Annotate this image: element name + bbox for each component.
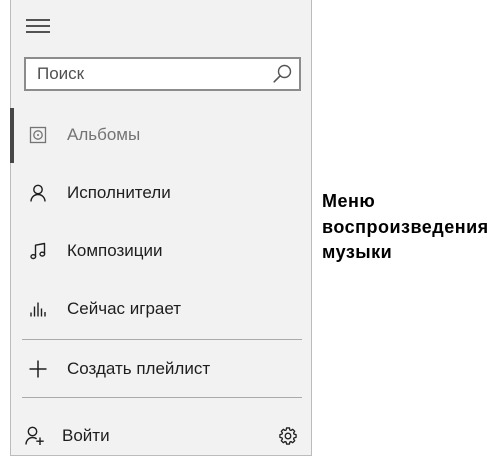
nav-item-now-playing[interactable]: Сейчас играет	[11, 280, 311, 338]
gear-icon	[279, 427, 297, 445]
nav-item-label: Исполнители	[67, 183, 171, 202]
search-icon	[273, 64, 292, 83]
add-user-icon	[25, 426, 44, 445]
nav-item-songs[interactable]: Композиции	[11, 222, 311, 280]
selected-indicator	[10, 108, 14, 163]
music-note-icon	[30, 242, 46, 260]
album-icon	[29, 126, 47, 144]
search-button[interactable]	[271, 63, 293, 85]
divider	[22, 397, 302, 398]
nav-item-label: Сейчас играет	[67, 299, 182, 318]
create-playlist-label: Создать плейлист	[67, 358, 211, 378]
artist-icon	[30, 184, 46, 202]
caption-line: музыки	[322, 242, 393, 262]
now-playing-icon	[30, 302, 46, 317]
sign-in-button[interactable]: Войти	[11, 417, 231, 455]
plus-icon	[29, 360, 47, 377]
nav-item-albums[interactable]: Альбомы	[10, 106, 311, 164]
sign-in-label: Войти	[62, 426, 110, 445]
settings-button[interactable]	[277, 425, 299, 447]
nav-item-label: Альбомы	[67, 125, 141, 144]
search-box	[24, 57, 301, 91]
music-nav-sidebar: Альбомы Исполнители Композиции	[10, 0, 312, 456]
caption-line: Меню	[322, 191, 376, 211]
hamburger-menu-button[interactable]	[15, 6, 59, 46]
search-input[interactable]	[26, 59, 266, 89]
hamburger-icon	[26, 19, 50, 33]
nav-item-label: Композиции	[67, 241, 163, 260]
figure-caption: Меню воспроизведения музыки	[322, 189, 489, 266]
create-playlist-button[interactable]: Создать плейлист	[11, 340, 311, 397]
caption-line: воспроизведения	[322, 216, 489, 237]
nav-item-artists[interactable]: Исполнители	[11, 164, 311, 222]
